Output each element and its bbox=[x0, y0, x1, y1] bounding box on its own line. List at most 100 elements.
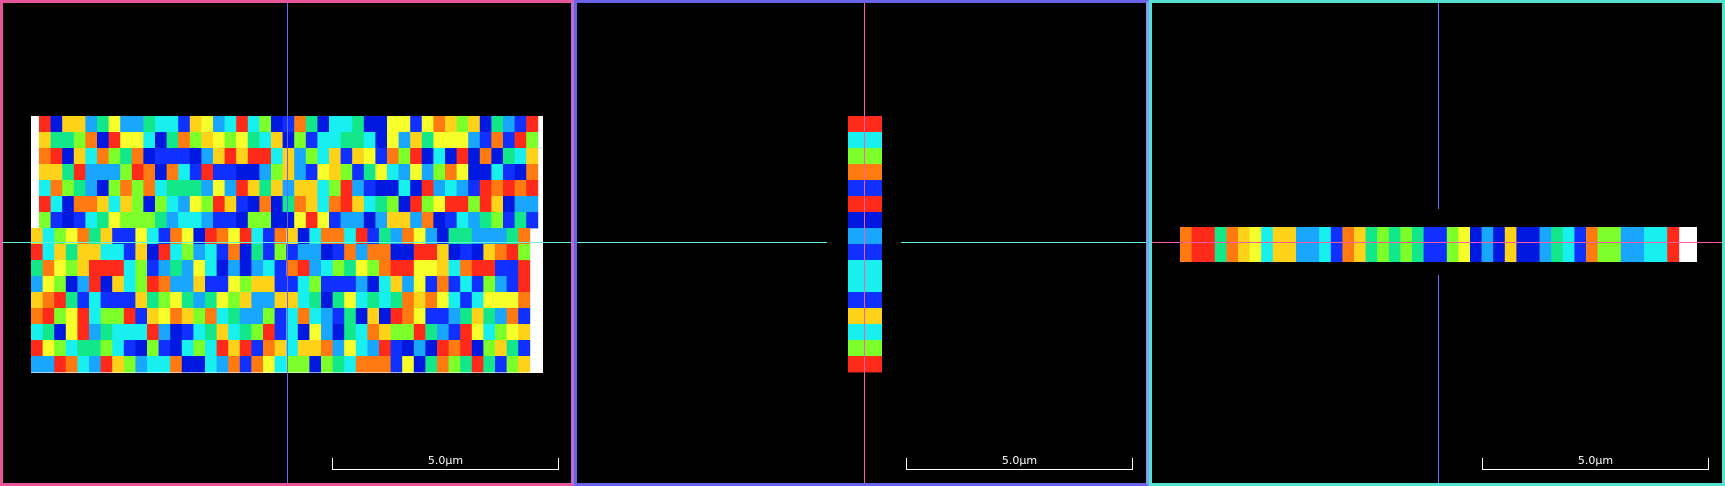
xy-tile bbox=[112, 260, 125, 277]
xy-tile bbox=[216, 356, 229, 373]
xy-tile bbox=[379, 292, 391, 309]
xy-tile bbox=[131, 212, 144, 229]
xy-tile bbox=[460, 276, 473, 293]
xy-tile bbox=[42, 308, 55, 325]
xy-vertical-crosshair[interactable] bbox=[287, 3, 288, 483]
yz-horizontal-crosshair[interactable] bbox=[1152, 242, 1722, 243]
xy-tile bbox=[491, 164, 504, 181]
xy-tile bbox=[65, 356, 78, 373]
xy-tile bbox=[224, 132, 237, 149]
xy-tile bbox=[77, 324, 90, 341]
xy-tile bbox=[31, 244, 43, 261]
xy-tile bbox=[518, 308, 531, 325]
xy-tile bbox=[460, 292, 473, 309]
xy-tile bbox=[224, 116, 237, 133]
xy-tile bbox=[201, 212, 214, 229]
xy-tile bbox=[495, 276, 507, 293]
xy-tile bbox=[402, 324, 415, 341]
xy-tile bbox=[205, 324, 217, 341]
xy-tile bbox=[421, 212, 434, 229]
xy-tile bbox=[483, 324, 496, 341]
xy-tile bbox=[155, 180, 167, 197]
xy-tile bbox=[236, 148, 249, 165]
xy-tile bbox=[50, 116, 63, 133]
yz-vertical-crosshair-bottom[interactable] bbox=[1438, 275, 1439, 483]
xy-tile bbox=[433, 212, 446, 229]
yz-image bbox=[1180, 227, 1697, 262]
xy-tile bbox=[147, 292, 159, 309]
xy-tile bbox=[468, 164, 481, 181]
yz-tile bbox=[1272, 227, 1285, 262]
xy-tile bbox=[259, 196, 272, 213]
xy-tile bbox=[367, 244, 380, 261]
xy-tile bbox=[42, 324, 55, 341]
xy-tile bbox=[155, 196, 167, 213]
xy-tile bbox=[479, 212, 492, 229]
yz-tile bbox=[1400, 227, 1413, 262]
xy-tile bbox=[54, 260, 67, 277]
xy-tile bbox=[263, 260, 275, 277]
xy-tile bbox=[120, 116, 133, 133]
xy-tile bbox=[263, 356, 275, 373]
xy-tile bbox=[355, 260, 368, 277]
xz-tile bbox=[848, 116, 882, 133]
xy-tile bbox=[170, 260, 183, 277]
yz-tile bbox=[1435, 227, 1448, 262]
xz-horizontal-crosshair-left[interactable] bbox=[577, 242, 827, 243]
xy-tile bbox=[108, 196, 121, 213]
xy-tile bbox=[158, 292, 171, 309]
xy-tile bbox=[456, 196, 469, 213]
xz-tile bbox=[848, 324, 882, 341]
xz-vertical-crosshair[interactable] bbox=[864, 3, 865, 483]
xy-tile bbox=[448, 308, 461, 325]
xy-tile bbox=[135, 308, 148, 325]
xy-tile bbox=[50, 196, 63, 213]
xy-tile bbox=[85, 212, 98, 229]
xy-tile bbox=[100, 244, 113, 261]
xy-tile bbox=[65, 260, 78, 277]
xy-tile bbox=[259, 148, 272, 165]
xy-tile bbox=[112, 356, 125, 373]
xy-tile bbox=[247, 148, 260, 165]
xz-tile bbox=[848, 260, 882, 277]
xy-tile bbox=[503, 196, 515, 213]
yz-vertical-crosshair-top[interactable] bbox=[1438, 3, 1439, 209]
xy-tile bbox=[123, 292, 136, 309]
xy-tile bbox=[410, 196, 423, 213]
xy-tile bbox=[448, 340, 461, 357]
xy-tile bbox=[297, 308, 310, 325]
xy-tile bbox=[355, 292, 368, 309]
xy-tile bbox=[294, 180, 307, 197]
xy-tile bbox=[147, 324, 159, 341]
yz-tile bbox=[1632, 227, 1645, 262]
xy-tile bbox=[166, 212, 179, 229]
xy-tile bbox=[251, 292, 264, 309]
xy-tile bbox=[213, 164, 225, 181]
xz-view-panel[interactable]: 5.0µm bbox=[574, 0, 1149, 486]
xy-tile bbox=[251, 308, 264, 325]
yz-tile bbox=[1191, 227, 1204, 262]
xy-tile bbox=[425, 292, 438, 309]
xy-tile bbox=[97, 132, 109, 149]
xy-tile bbox=[352, 148, 365, 165]
xy-tile bbox=[77, 276, 90, 293]
xy-tile bbox=[321, 324, 333, 341]
xy-tile bbox=[147, 276, 159, 293]
xz-horizontal-crosshair-right[interactable] bbox=[901, 242, 1146, 243]
xy-tile bbox=[259, 180, 272, 197]
xy-tile bbox=[514, 212, 527, 229]
xy-tile bbox=[178, 164, 191, 181]
xy-view-panel[interactable]: 5.0µm bbox=[0, 0, 574, 486]
xy-tile bbox=[297, 260, 310, 277]
xy-tile bbox=[506, 244, 519, 261]
yz-view-panel[interactable]: 5.0µm bbox=[1149, 0, 1725, 486]
xy-horizontal-crosshair[interactable] bbox=[3, 242, 571, 243]
xy-tile bbox=[50, 132, 63, 149]
yz-tile bbox=[1528, 227, 1540, 262]
yz-tile bbox=[1412, 227, 1424, 262]
xy-tile bbox=[205, 356, 217, 373]
xy-tile bbox=[421, 132, 434, 149]
xy-tile bbox=[31, 356, 43, 373]
xy-tile bbox=[375, 132, 388, 149]
xy-tile bbox=[526, 212, 539, 229]
